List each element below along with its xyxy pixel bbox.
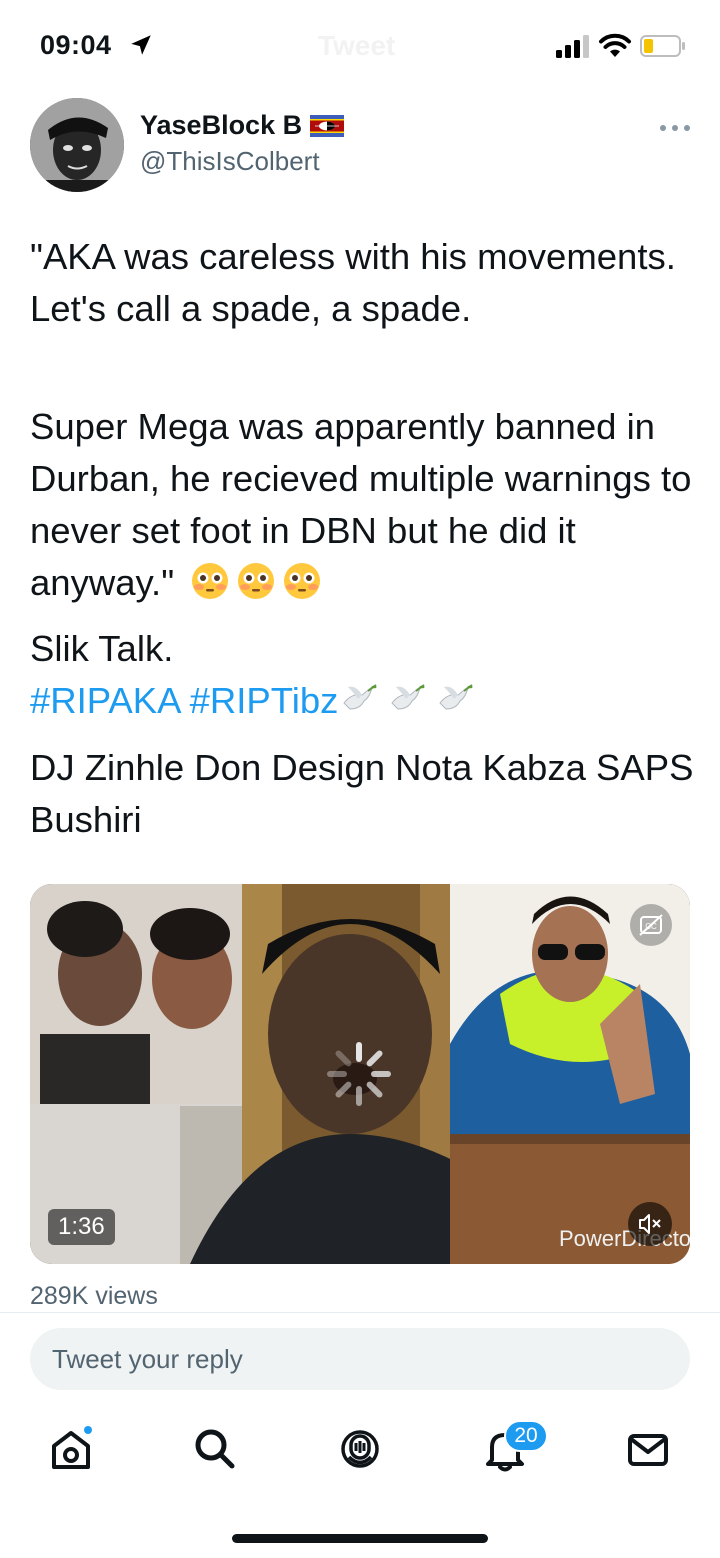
divider — [0, 1312, 720, 1313]
tab-messages[interactable] — [623, 1424, 673, 1474]
tweet-paragraph-3: Slik Talk. #RIPAKA #RIPTibz — [30, 623, 700, 727]
faded-header-title: Tweet — [318, 30, 396, 61]
flushed-face-icon — [192, 563, 229, 600]
captions-button[interactable]: CC — [630, 904, 672, 946]
home-indicator[interactable] — [232, 1534, 488, 1543]
search-icon — [195, 1429, 235, 1469]
hashtag-riptibz-link[interactable]: #RIPTibz — [190, 680, 339, 721]
tab-spaces[interactable] — [335, 1424, 385, 1474]
author-handle[interactable]: @ThisIsColbert — [140, 146, 320, 177]
tab-home[interactable] — [46, 1424, 96, 1474]
hashtag-line: #RIPAKA #RIPTibz — [30, 675, 700, 727]
more-dot — [684, 125, 690, 131]
author-display-name[interactable]: YaseBlock B — [140, 110, 302, 141]
dove-icon — [343, 684, 377, 710]
envelope-icon — [628, 1434, 668, 1466]
tweet-paragraph-2: Super Mega was apparently banned in Durb… — [30, 401, 700, 609]
status-time: 09:04 — [40, 30, 112, 60]
battery-icon — [640, 35, 685, 57]
loading-spinner-icon — [327, 1042, 391, 1106]
author-name-row[interactable]: YaseBlock B — [140, 110, 345, 141]
hashtag-ripaka-link[interactable]: #RIPAKA — [30, 680, 179, 721]
video-duration-badge: 1:36 — [48, 1209, 115, 1245]
view-count: 289K views — [30, 1282, 158, 1310]
tab-notifications[interactable]: 20 — [480, 1420, 548, 1474]
eswatini-flag-icon — [310, 114, 345, 137]
unmute-button[interactable] — [628, 1202, 672, 1246]
location-arrow-icon — [131, 35, 151, 55]
wifi-icon — [599, 33, 631, 57]
flushed-face-icon — [238, 563, 275, 600]
author-avatar[interactable] — [30, 98, 124, 192]
more-options-button[interactable] — [660, 116, 690, 140]
captions-off-icon: CC — [639, 914, 663, 936]
new-content-dot — [82, 1424, 94, 1436]
spaces-mic-icon — [341, 1430, 379, 1468]
emoji-group — [190, 561, 322, 601]
notification-count-badge: 20 — [504, 1420, 548, 1452]
more-dot — [672, 125, 678, 131]
status-bar: 09:04 Tweet — [0, 0, 720, 92]
dove-emoji-group — [338, 679, 474, 719]
tweet-paragraph-2-text: Super Mega was apparently banned in Durb… — [30, 406, 692, 603]
more-dot — [660, 125, 666, 131]
tweet-paragraph-4: DJ Zinhle Don Design Nota Kabza SAPS Bus… — [30, 747, 694, 840]
reply-input[interactable] — [30, 1328, 690, 1390]
speaker-muted-icon — [639, 1214, 661, 1234]
cellular-signal-icon — [556, 35, 589, 58]
dove-icon — [391, 684, 425, 710]
tweet-paragraph-3-line-1: Slik Talk. — [30, 628, 174, 669]
tweet-paragraph-1: "AKA was careless with his movements. Le… — [30, 236, 676, 329]
dove-icon — [439, 684, 473, 710]
tab-explore[interactable] — [190, 1424, 240, 1474]
avatar-image — [30, 98, 124, 192]
flushed-face-icon — [284, 563, 321, 600]
bottom-tab-bar: 20 — [0, 1408, 720, 1492]
tweet-video[interactable]: CC 1:36 PowerDirector — [30, 884, 690, 1264]
